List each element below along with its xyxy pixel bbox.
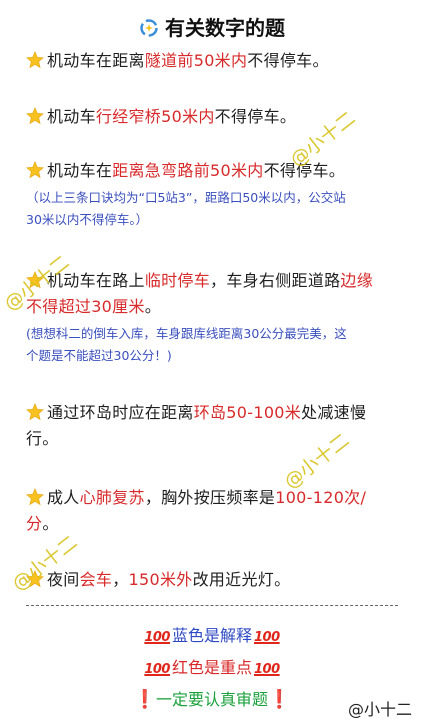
item-highlight: 行经窄桥50米内 — [95, 107, 215, 126]
item-text: 不得停车。 — [247, 51, 329, 70]
item-highlight: 环岛50-100米 — [193, 403, 302, 422]
star-icon — [26, 488, 44, 506]
item-highlight: 隧道前50米内 — [144, 51, 248, 70]
item-highlight: 会车 — [79, 570, 113, 589]
star-icon — [26, 403, 44, 421]
exclamation-icon: ❗ — [268, 689, 291, 710]
item-text: 成人 — [47, 488, 80, 507]
sparkle-ring-icon — [140, 19, 158, 37]
item-text: 机动车在距离 — [47, 51, 145, 70]
list-item: 夜间会车，150米外改用近光灯。 — [26, 567, 406, 593]
item-text: 不得停车。 — [214, 107, 297, 126]
item-highlight: 分 — [26, 514, 43, 533]
star-icon — [26, 107, 44, 125]
item-text: 通过环岛时应在距离 — [47, 403, 194, 422]
legend-green-text: 一定要认真审题 — [155, 690, 268, 709]
item-text: 行。 — [26, 429, 59, 448]
hundred-points-icon: 100 — [254, 662, 280, 677]
item-highlight: 距离急弯路前50米内 — [112, 161, 264, 180]
note-line: 个题是不能超过30公分！) — [26, 348, 172, 363]
explanation-note: （以上三条口诀均为“口5站3”，距路口50米以内，公交站 30米以内不得停车。） — [26, 187, 406, 231]
item-text: 。 — [144, 297, 162, 316]
hundred-points-icon: 100 — [144, 662, 170, 677]
note-line: （以上三条口诀均为“口5站3”，距路口50米以内，公交站 — [26, 190, 346, 205]
page: 有关数字的题 机动车在距离隧道前50米内不得停车。 机动车行经窄桥50米内不得停… — [0, 0, 424, 720]
list-item: 成人心肺复苏，胸外按压频率是100-120次/分。 — [26, 485, 406, 537]
item-highlight: 不得超过30厘米 — [26, 297, 145, 316]
item-highlight: 边缘 — [340, 271, 374, 290]
list-item: 机动车在距离急弯路前50米内不得停车。 — [26, 158, 406, 184]
divider — [26, 605, 398, 606]
hundred-points-icon: 100 — [254, 630, 280, 645]
item-highlight: 心肺复苏 — [79, 488, 145, 507]
legend-red: 100 红色是重点 100 — [0, 657, 424, 681]
item-text: 机动车 — [47, 107, 96, 126]
list-item: 机动车在距离隧道前50米内不得停车。 — [26, 48, 406, 74]
item-text: ，胸外按压频率是 — [144, 488, 276, 507]
author-credit: @小十二 — [347, 700, 412, 719]
item-text: ，车身右侧距道路 — [210, 271, 341, 290]
item-text: ， — [112, 570, 129, 589]
item-text: 改用近光灯。 — [192, 570, 291, 589]
legend-blue-text: 蓝色是解释 — [171, 626, 252, 645]
note-line: 30米以内不得停车。） — [26, 212, 149, 227]
item-highlight: 临时停车 — [144, 271, 211, 290]
item-text: 处减速慢 — [301, 403, 367, 422]
exclamation-icon: ❗ — [133, 689, 156, 710]
star-icon — [26, 51, 44, 69]
item-text: 机动车在 — [47, 161, 113, 180]
legend-red-text: 红色是重点 — [171, 658, 252, 677]
hundred-points-icon: 100 — [144, 630, 170, 645]
item-highlight: 100-120次/ — [275, 488, 367, 507]
item-highlight: 150米外 — [128, 570, 193, 589]
explanation-note: (想想科二的倒车入库，车身跟库线距离30公分最完美，这 个题是不能超过30公分！… — [26, 323, 406, 367]
item-text: 。 — [42, 514, 59, 533]
page-title: 有关数字的题 — [0, 12, 424, 41]
title-text: 有关数字的题 — [165, 16, 285, 40]
star-icon — [26, 161, 44, 179]
legend-blue: 100 蓝色是解释 100 — [0, 625, 424, 649]
list-item: 机动车在路上临时停车，车身右侧距道路边缘 不得超过30厘米。 — [26, 268, 406, 320]
note-line: (想想科二的倒车入库，车身跟库线距离30公分最完美，这 — [26, 326, 347, 341]
